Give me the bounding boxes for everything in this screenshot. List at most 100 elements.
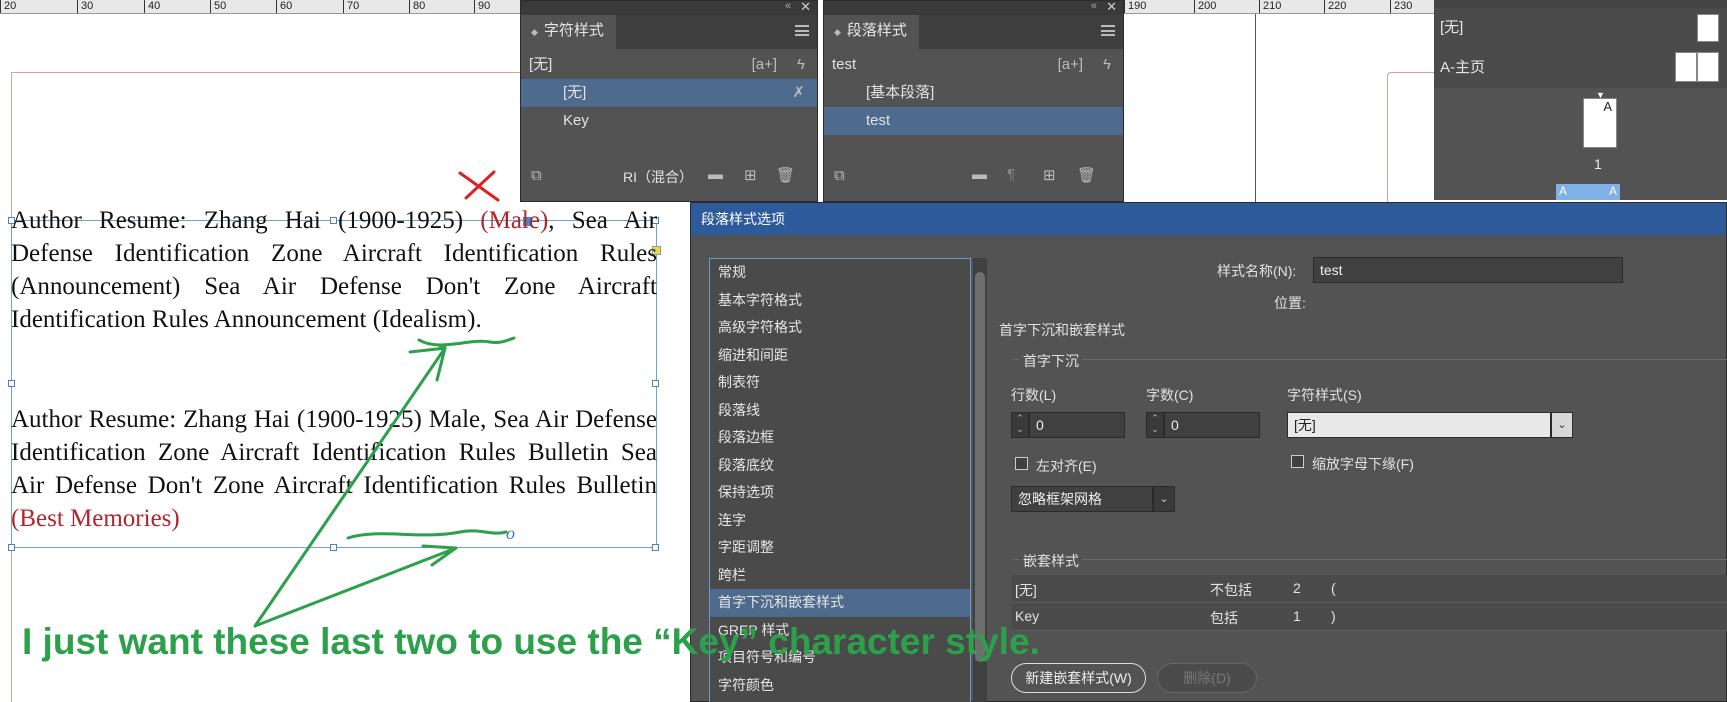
create-style-icon[interactable]: [a+]	[752, 51, 777, 79]
horizontal-ruler-right[interactable]: 190 200 210 220 230	[1124, 0, 1434, 14]
category-item[interactable]: 段落边框	[710, 424, 970, 452]
close-icon[interactable]: ✕	[800, 0, 811, 15]
character-styles-panel[interactable]: « ✕ ◆ 字符样式 [无] [a+] ϟ [无] ✗ Key ⧉ RI（混合） …	[520, 0, 818, 202]
link-icon[interactable]: ⧉	[531, 167, 542, 184]
panel-menu-icon[interactable]	[795, 25, 809, 36]
panel-menu-icon[interactable]	[1101, 25, 1115, 36]
style-name-label: 样式名称(N):	[1217, 263, 1297, 279]
frame-handle[interactable]	[8, 544, 15, 551]
pages-panel[interactable]: [无] A-主页 A ▼ 1 A A	[1434, 0, 1727, 200]
master-a-row[interactable]: A-主页	[1434, 48, 1727, 88]
chars-input[interactable]: 0	[1164, 412, 1260, 438]
folder-icon[interactable]: ▬	[972, 166, 987, 183]
paragraph-2[interactable]: Author Resume: Zhang Hai (1900-1925) Mal…	[11, 403, 657, 535]
clear-override-icon[interactable]: ✗	[792, 79, 805, 107]
chars-stepper[interactable]: ⌃ ⌄	[1146, 412, 1164, 438]
category-item[interactable]: 字距调整	[710, 534, 970, 562]
nested-styles-group-label: 嵌套样式	[1019, 551, 1083, 571]
drop-cap-group	[1013, 359, 1727, 360]
nested-style-row[interactable]: Key 包括 1 )	[1011, 603, 1727, 631]
new-style-icon[interactable]: ⊞	[744, 166, 757, 184]
ruler-tick: 70	[343, 0, 359, 13]
style-list-item[interactable]: Key	[521, 107, 817, 135]
category-item[interactable]: 高级字符格式	[710, 314, 970, 342]
new-nested-style-button[interactable]: 新建嵌套样式(W)	[1011, 663, 1146, 693]
paragraph-styles-panel[interactable]: « ✕ ◆ 段落样式 test [a+] ϟ [基本段落] test ⧉ ▬ ¶ …	[823, 0, 1124, 202]
delete-nested-style-button[interactable]: 删除(D)	[1157, 663, 1257, 693]
style-list-item[interactable]: test	[824, 107, 1123, 135]
style-name-input[interactable]: test	[1313, 257, 1623, 283]
collapse-icon[interactable]: «	[1091, 0, 1097, 12]
panel-tabbar: ◆ 段落样式	[824, 15, 1123, 49]
current-style-row: test [a+] ϟ	[824, 51, 1123, 79]
link-icon[interactable]: ⧉	[834, 167, 845, 184]
master-a-label: A-主页	[1440, 59, 1486, 76]
document-canvas-right[interactable]	[1124, 14, 1434, 202]
category-item[interactable]: 制表符	[710, 369, 970, 397]
folder-icon[interactable]: ▬	[708, 166, 723, 183]
category-item[interactable]: 字符颜色	[710, 672, 970, 700]
align-left-checkbox[interactable]	[1015, 457, 1028, 470]
diamond-icon: ◆	[531, 27, 538, 37]
grid-option-select[interactable]: 忽略框架网格	[1011, 486, 1153, 512]
master-thumbnail-left	[1675, 52, 1697, 82]
nested-styles-table[interactable]: [无] 不包括 2 ( Key 包括 1 )	[1011, 575, 1727, 631]
page-thumbnail[interactable]: A	[1583, 98, 1617, 148]
char-style-select[interactable]: [无]	[1287, 412, 1551, 438]
trash-icon[interactable]: 🗑	[776, 166, 795, 184]
style-list-item[interactable]: [无] ✗	[521, 79, 817, 107]
nested-style-row[interactable]: [无] 不包括 2 (	[1011, 575, 1727, 603]
category-item[interactable]: 基本字符格式	[710, 287, 970, 315]
category-item[interactable]: 段落底纹	[710, 452, 970, 480]
category-item[interactable]: 跨栏	[710, 562, 970, 590]
para1-red-text: (Male)	[480, 207, 549, 234]
chevron-down-icon[interactable]: ⌄	[1153, 486, 1175, 512]
horizontal-ruler-left[interactable]: 20 30 40 50 60 70 80 90	[0, 0, 524, 14]
nested-style-char: )	[1331, 608, 1336, 624]
paragraph-1[interactable]: Author Resume: Zhang Hai (1900-1925) (Ma…	[11, 204, 657, 336]
lightning-icon[interactable]: ϟ	[797, 51, 805, 79]
category-item-selected[interactable]: 首字下沉和嵌套样式	[710, 589, 970, 617]
master-none-row[interactable]: [无]	[1434, 8, 1727, 48]
style-list-item[interactable]: [基本段落]	[824, 79, 1123, 107]
tab-label: 段落样式	[846, 22, 907, 39]
ruler-tick: 210	[1259, 0, 1281, 13]
category-item[interactable]: 常规	[710, 259, 970, 287]
panel-topbar	[1434, 0, 1727, 8]
spread-thumbnail[interactable]: A A	[1556, 184, 1620, 200]
category-item[interactable]: 缩进和间距	[710, 342, 970, 370]
master-thumbnail	[1697, 14, 1719, 42]
scrollbar-thumb[interactable]	[975, 272, 985, 662]
scale-descenders-checkbox[interactable]	[1291, 455, 1304, 468]
close-icon[interactable]: ✕	[1106, 0, 1117, 15]
dialog-title: 段落样式选项	[691, 203, 1726, 235]
frame-handle[interactable]	[330, 544, 337, 551]
current-style-row: [无] [a+] ϟ	[521, 51, 817, 79]
page-number: 1	[1594, 156, 1602, 172]
category-item[interactable]: 连字	[710, 507, 970, 535]
trash-icon[interactable]: 🗑	[1077, 166, 1096, 184]
nested-style-mode: 包括	[1210, 610, 1238, 626]
clear-overrides-icon[interactable]: ¶	[1007, 166, 1015, 183]
panel-footer: ⧉ ▬ ¶ ⊞ 🗑	[824, 153, 1123, 201]
category-item[interactable]: 段落线	[710, 397, 970, 425]
align-left-label: 左对齐(E)	[1036, 458, 1097, 474]
overset-marker: o	[506, 523, 515, 543]
lightning-icon[interactable]: ϟ	[1103, 51, 1111, 79]
frame-handle[interactable]	[652, 380, 659, 387]
panel-tabbar: ◆ 字符样式	[521, 15, 817, 49]
lines-input[interactable]: 0	[1029, 412, 1125, 438]
create-style-icon[interactable]: [a+]	[1058, 51, 1083, 79]
lines-stepper[interactable]: ⌃ ⌄	[1011, 412, 1029, 438]
category-item[interactable]: 保持选项	[710, 479, 970, 507]
frame-handle[interactable]	[652, 544, 659, 551]
para1-text: Author Resume: Zhang Hai (1900-1925)	[11, 207, 481, 234]
frame-handle[interactable]	[8, 380, 15, 387]
new-style-icon[interactable]: ⊞	[1043, 166, 1056, 184]
collapse-icon[interactable]: «	[785, 0, 791, 12]
ruler-tick: 20	[0, 0, 16, 13]
chevron-down-icon[interactable]: ⌄	[1551, 412, 1573, 438]
spread-left-letter: A	[1559, 184, 1568, 198]
tab-character-styles[interactable]: ◆ 字符样式	[521, 15, 616, 49]
tab-paragraph-styles[interactable]: ◆ 段落样式	[824, 15, 919, 49]
